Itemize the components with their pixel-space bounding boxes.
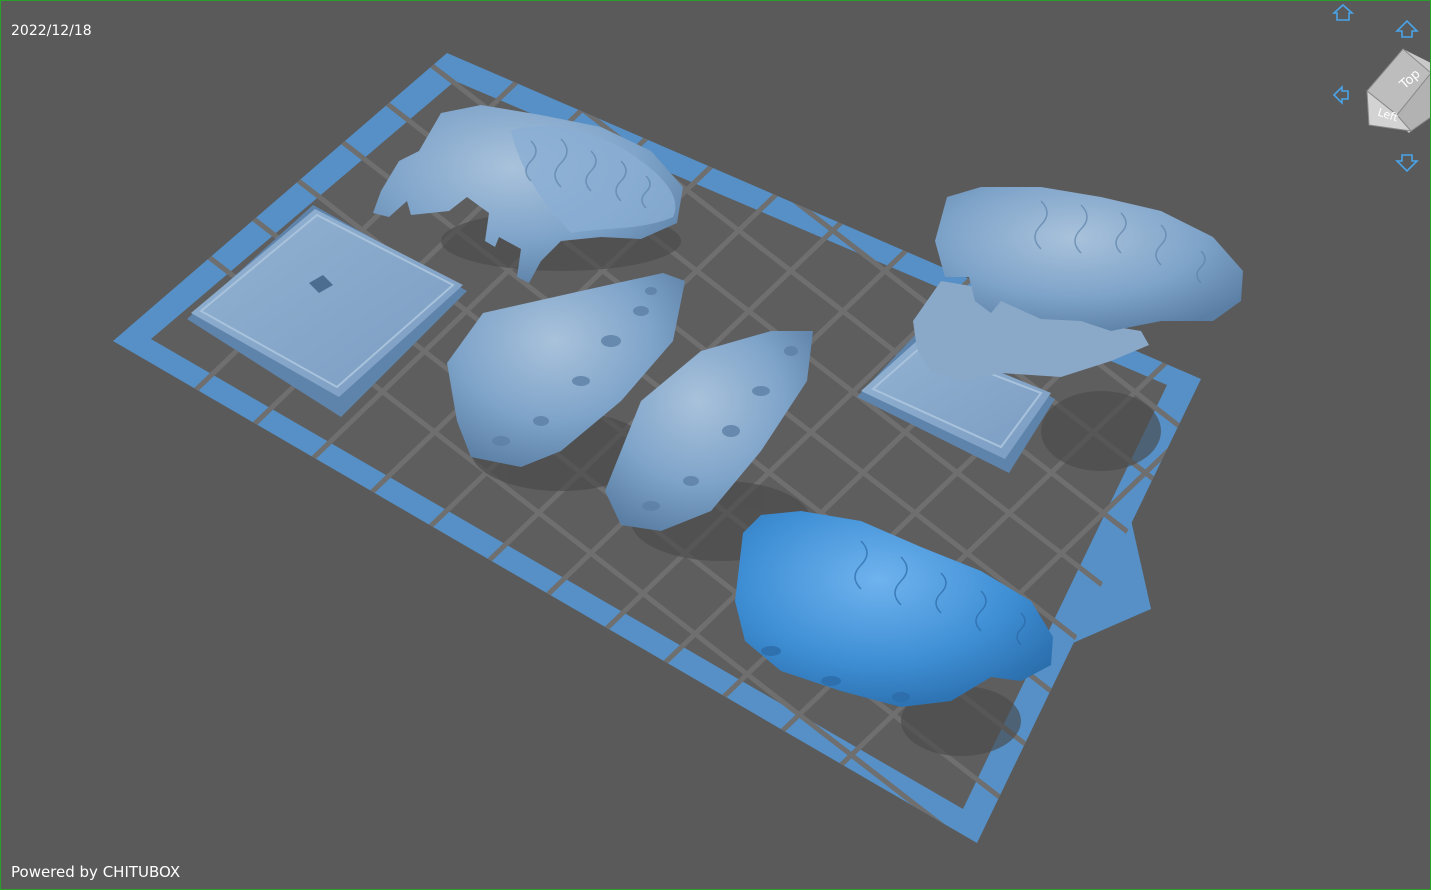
- home-icon[interactable]: [1331, 3, 1355, 21]
- view-cube[interactable]: Top Left: [1366, 48, 1430, 133]
- arrow-up-icon[interactable]: [1395, 19, 1419, 38]
- date-label: 2022/12/18: [11, 23, 92, 39]
- powered-by-label: Powered by CHITUBOX: [11, 863, 181, 881]
- 3d-viewport[interactable]: Top Left 2022/12/18 Powered by CHITUBOX: [0, 0, 1431, 890]
- arrow-down-icon[interactable]: [1395, 154, 1419, 173]
- scene-canvas[interactable]: Top Left: [1, 1, 1430, 889]
- arrow-left-icon[interactable]: [1332, 85, 1349, 105]
